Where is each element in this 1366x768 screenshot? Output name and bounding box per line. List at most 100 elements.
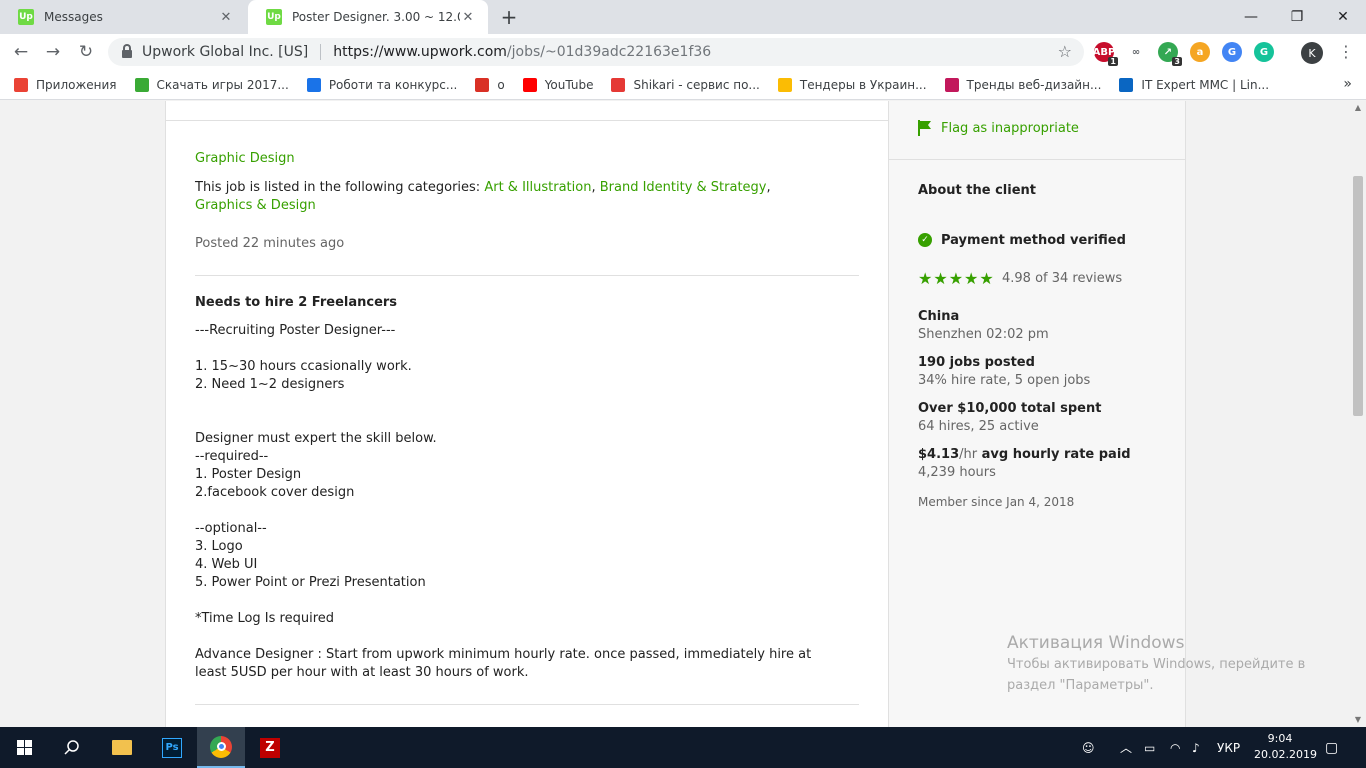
extension-label: ABP [1092, 46, 1116, 58]
chrome-icon [210, 735, 232, 758]
scroll-thumb[interactable] [1353, 176, 1363, 416]
close-icon[interactable]: ✕ [218, 10, 234, 25]
hire-rate: 34% hire rate, 5 open jobs [918, 373, 1091, 388]
chevron-up-icon[interactable]: ︿ [1120, 727, 1132, 768]
search-button[interactable] [48, 727, 96, 768]
file-explorer-button[interactable] [98, 727, 146, 768]
bookmark-item[interactable]: Тренды веб-дизайн... [944, 77, 1102, 92]
photoshop-button[interactable]: Ps [148, 727, 196, 768]
browser-toolbar: ← → ↻ Upwork Global Inc. [US] https://ww… [0, 34, 1366, 70]
description-line: Designer must expert the skill below. [195, 431, 437, 446]
infinity-icon[interactable]: ∞ [1126, 42, 1146, 62]
description-line: ---Recruiting Poster Designer--- [195, 323, 396, 338]
tab-messages[interactable]: Up Messages ✕ [0, 0, 246, 34]
star-icon: ★ [979, 269, 994, 288]
scroll-down-icon[interactable]: ▼ [1350, 713, 1366, 727]
restore-button[interactable]: ❐ [1274, 0, 1320, 34]
activation-line: Чтобы активировать Windows, перейдите в [1007, 657, 1306, 672]
volume-icon[interactable]: ♪ [1192, 727, 1200, 768]
address-bar[interactable]: Upwork Global Inc. [US] https://www.upwo… [108, 38, 1084, 66]
reload-button[interactable]: ↻ [73, 39, 99, 65]
bookmark-item[interactable]: Shikari - сервис по... [611, 77, 760, 92]
bookmark-item[interactable]: Скачать игры 2017... [134, 77, 289, 92]
about-client-heading: About the client [918, 183, 1037, 198]
url-host: https://www.upwork.com [333, 44, 507, 60]
bookmark-item[interactable]: Тендеры в Украин... [777, 77, 927, 92]
job-category-link[interactable]: Graphic Design [195, 150, 295, 168]
site-identity: Upwork Global Inc. [US] [142, 44, 309, 60]
category-art-illustration[interactable]: Art & Illustration [484, 180, 591, 195]
posted-time: Posted 22 minutes ago [195, 236, 345, 251]
battery-icon[interactable]: ▭ [1144, 727, 1155, 768]
forward-button[interactable]: → [40, 39, 66, 65]
description-line: --optional-- [195, 521, 267, 536]
categories-prefix: This job is listed in the following cate… [195, 180, 485, 195]
bookmarks-bar: Приложения Скачать игры 2017... Роботи та … [0, 70, 1366, 100]
page-scrollbar[interactable]: ▲ ▼ [1350, 101, 1366, 727]
bookmark-star-icon[interactable]: ☆ [1058, 42, 1072, 61]
language-indicator[interactable]: УКР [1217, 727, 1240, 768]
payment-verified: Payment method verified [941, 233, 1126, 248]
extension-label: G [1227, 46, 1237, 58]
windows-taskbar: Ps Z ☺ ︿ ▭ ◠ ♪ УКР 9:04 20.02.2019 ▢ [0, 727, 1366, 768]
bookmark-label: Тренды веб-дизайн... [966, 77, 1102, 92]
description-line: least 5USD per hour with at least 30 hou… [195, 665, 529, 680]
extension-label: G [1259, 46, 1269, 58]
orange-ext-icon[interactable]: а [1190, 42, 1210, 62]
green-ext-icon[interactable]: ↗ 3 [1158, 42, 1182, 66]
people-icon[interactable]: ☺ [1082, 727, 1095, 768]
bookmark-item[interactable]: о [475, 77, 505, 92]
bookmark-favicon-icon [944, 77, 959, 92]
wifi-icon[interactable]: ◠ [1170, 727, 1180, 768]
hire-heading: Needs to hire 2 Freelancers [195, 295, 398, 310]
url-path: /jobs/~01d39adc22163e1f36 [506, 44, 712, 60]
menu-icon[interactable]: ⋮ [1338, 42, 1354, 61]
divider [165, 120, 889, 121]
bookmark-item[interactable]: YouTube [522, 77, 593, 92]
clock-date: 20.02.2019 [1254, 748, 1317, 761]
notifications-icon[interactable]: ▢ [1325, 727, 1338, 768]
upwork-favicon-icon: Up [18, 9, 34, 25]
grammarly-icon[interactable]: G [1254, 42, 1274, 62]
tab-strip: Up Messages ✕ Up Poster Designer. 3.00 ~… [0, 0, 1366, 34]
system-clock[interactable]: 9:04 20.02.2019 [1254, 731, 1317, 763]
minimize-button[interactable]: — [1228, 0, 1274, 34]
description-line: 4. Web UI [195, 557, 258, 572]
flag-inappropriate-link[interactable]: Flag as inappropriate [941, 120, 1079, 138]
rating-stars: ★ ★ ★ ★ ★ [918, 270, 994, 288]
extension-badge: 1 [1108, 57, 1118, 66]
close-window-button[interactable]: ✕ [1320, 0, 1366, 34]
more-bookmarks-icon[interactable]: » [1343, 76, 1352, 92]
start-button[interactable] [0, 727, 48, 768]
bookmark-label: Скачать игры 2017... [156, 77, 289, 92]
close-icon[interactable]: ✕ [460, 10, 476, 25]
scroll-up-icon[interactable]: ▲ [1350, 101, 1366, 115]
new-tab-button[interactable]: + [498, 6, 520, 28]
divider [195, 275, 859, 276]
divider [889, 159, 1185, 160]
description-line: --required-- [195, 449, 269, 464]
adblock-icon[interactable]: ABP 1 [1092, 42, 1118, 66]
translate-icon[interactable]: G [1222, 42, 1242, 62]
tab-poster-designer[interactable]: Up Poster Designer. 3.00 ~ 12.00USD ✕ [248, 0, 488, 34]
description-line: 1. Poster Design [195, 467, 302, 482]
bookmark-favicon-icon [611, 77, 626, 92]
bookmark-item[interactable]: IT Expert ММС | Lin... [1119, 77, 1269, 92]
bookmark-favicon-icon [1119, 77, 1134, 92]
category-graphics-design[interactable]: Graphics & Design [195, 197, 316, 215]
category-separator: , [591, 180, 600, 195]
chrome-button[interactable] [197, 727, 245, 768]
back-button[interactable]: ← [8, 39, 34, 65]
profile-avatar[interactable]: K [1301, 42, 1323, 64]
category-brand-identity[interactable]: Brand Identity & Strategy [600, 180, 767, 195]
windows-logo-icon [16, 740, 32, 755]
bookmark-label: о [497, 77, 505, 92]
bookmark-item[interactable]: Роботи та конкурс... [306, 77, 457, 92]
url-separator [320, 44, 322, 60]
description-line: 2. Need 1~2 designers [195, 377, 345, 392]
description-line: 2.facebook cover design [195, 485, 355, 500]
folder-icon [112, 740, 132, 755]
filezilla-button[interactable]: Z [246, 727, 294, 768]
bookmark-item[interactable]: Приложения [14, 77, 117, 92]
photoshop-icon: Ps [162, 737, 182, 758]
